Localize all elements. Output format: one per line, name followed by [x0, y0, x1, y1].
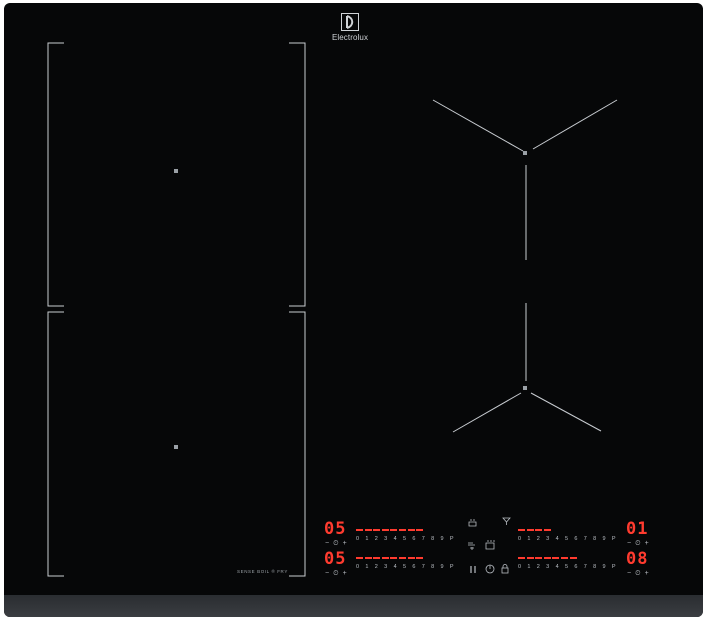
power-level-4[interactable]: 4 — [394, 536, 403, 542]
rear-right-zone-mark-right — [532, 99, 618, 150]
power-level-8[interactable]: 8 — [431, 536, 440, 542]
front-right-power-scale: 0123456789P — [518, 564, 621, 570]
power-level-7[interactable]: 7 — [422, 536, 431, 542]
power-level-4[interactable]: 4 — [394, 564, 403, 570]
power-level-0[interactable]: 0 — [356, 564, 365, 570]
flex-zone-upper-right-bracket — [289, 42, 306, 307]
rear-left-timer-controls: − ⏲ + — [325, 540, 351, 547]
zone-dot — [174, 445, 178, 449]
rear-right-power-display: 01 — [626, 519, 649, 539]
power-level-3[interactable]: 3 — [384, 564, 393, 570]
front-right-power-display: 08 — [626, 549, 649, 569]
power-level-P[interactable]: P — [450, 536, 459, 542]
front-left-power-slider[interactable] — [356, 557, 425, 559]
rear-left-minus-button[interactable]: − — [325, 540, 329, 547]
rear-right-power-slider[interactable] — [518, 529, 552, 531]
front-right-zone-mark-left — [452, 392, 522, 433]
power-level-5[interactable]: 5 — [403, 564, 412, 570]
power-level-1[interactable]: 1 — [365, 536, 374, 542]
front-right-zone-mark-right — [530, 392, 602, 432]
power-level-4[interactable]: 4 — [556, 536, 565, 542]
power-level-2[interactable]: 2 — [375, 536, 384, 542]
power-icon[interactable] — [485, 564, 495, 574]
front-left-timer-controls: − ⏲ + — [325, 570, 351, 577]
power-level-P[interactable]: P — [450, 564, 459, 570]
flex-zone-upper-left-bracket — [47, 42, 64, 307]
power-level-7[interactable]: 7 — [584, 564, 593, 570]
front-left-timer-icon[interactable]: ⏲ — [333, 570, 338, 577]
rear-right-timer-controls: − ⏲ + — [627, 540, 653, 547]
zone-dot — [523, 151, 527, 155]
power-level-2[interactable]: 2 — [537, 564, 546, 570]
power-level-3[interactable]: 3 — [546, 536, 555, 542]
power-level-1[interactable]: 1 — [527, 564, 536, 570]
flex-zone-lower-right-bracket — [289, 311, 306, 577]
power-level-6[interactable]: 6 — [574, 536, 583, 542]
power-level-3[interactable]: 3 — [546, 564, 555, 570]
power-level-0[interactable]: 0 — [518, 564, 527, 570]
power-level-0[interactable]: 0 — [518, 536, 527, 542]
power-level-8[interactable]: 8 — [593, 564, 602, 570]
power-level-7[interactable]: 7 — [422, 564, 431, 570]
power-level-8[interactable]: 8 — [593, 536, 602, 542]
rear-left-power-display: 05 — [324, 519, 347, 539]
sense-label: SENSE BOIL ® FRY — [237, 569, 288, 574]
power-level-9[interactable]: 9 — [603, 536, 612, 542]
power-level-P[interactable]: P — [612, 536, 621, 542]
power-level-0[interactable]: 0 — [356, 536, 365, 542]
power-level-5[interactable]: 5 — [403, 536, 412, 542]
zone-dot — [174, 169, 178, 173]
boil-pot-icon[interactable] — [484, 539, 496, 550]
power-level-3[interactable]: 3 — [384, 536, 393, 542]
power-level-6[interactable]: 6 — [574, 564, 583, 570]
rear-left-power-slider[interactable] — [356, 529, 425, 531]
power-level-2[interactable]: 2 — [537, 536, 546, 542]
front-right-timer-controls: − ⏲ + — [627, 570, 653, 577]
induction-hob: Electrolux SENSE BOIL ® FRY 05 − ⏲ + 01234… — [4, 3, 703, 617]
front-left-power-display: 05 — [324, 549, 347, 569]
steam-pot-icon[interactable] — [468, 518, 477, 527]
power-level-P[interactable]: P — [612, 564, 621, 570]
power-level-7[interactable]: 7 — [584, 536, 593, 542]
power-level-6[interactable]: 6 — [412, 564, 421, 570]
front-right-plus-button[interactable]: + — [645, 570, 649, 577]
front-left-plus-button[interactable]: + — [343, 570, 347, 577]
rear-right-plus-button[interactable]: + — [645, 540, 649, 547]
power-level-4[interactable]: 4 — [556, 564, 565, 570]
pause-icon[interactable] — [469, 565, 477, 574]
front-right-minus-button[interactable]: − — [627, 570, 631, 577]
flex-zone-lower-left-bracket — [47, 311, 64, 577]
brand-logo: Electrolux — [325, 13, 375, 42]
lock-icon[interactable] — [501, 564, 509, 574]
rear-left-timer-icon[interactable]: ⏲ — [333, 540, 338, 547]
front-right-timer-icon[interactable]: ⏲ — [635, 570, 640, 577]
rear-right-minus-button[interactable]: − — [627, 540, 631, 547]
rear-right-power-scale: 0123456789P — [518, 536, 621, 542]
sense-fry-icon[interactable] — [502, 517, 511, 526]
front-right-power-slider[interactable] — [518, 557, 578, 559]
power-level-2[interactable]: 2 — [375, 564, 384, 570]
electrolux-logo-icon — [341, 13, 359, 31]
front-left-minus-button[interactable]: − — [325, 570, 329, 577]
brand-name: Electrolux — [331, 33, 369, 42]
rear-left-plus-button[interactable]: + — [343, 540, 347, 547]
power-level-9[interactable]: 9 — [441, 536, 450, 542]
power-level-9[interactable]: 9 — [603, 564, 612, 570]
power-level-9[interactable]: 9 — [441, 564, 450, 570]
power-level-6[interactable]: 6 — [412, 536, 421, 542]
zone-dot — [523, 386, 527, 390]
front-left-power-scale: 0123456789P — [356, 564, 459, 570]
power-level-5[interactable]: 5 — [565, 536, 574, 542]
hob-frame-edge — [4, 595, 703, 617]
rear-left-power-scale: 0123456789P — [356, 536, 459, 542]
hob2hood-fan-icon[interactable] — [467, 541, 478, 551]
power-level-8[interactable]: 8 — [431, 564, 440, 570]
power-level-1[interactable]: 1 — [527, 536, 536, 542]
rear-right-timer-icon[interactable]: ⏲ — [635, 540, 640, 547]
zone-markings — [47, 42, 618, 577]
rear-right-zone-mark-left — [432, 99, 524, 152]
power-level-1[interactable]: 1 — [365, 564, 374, 570]
power-level-5[interactable]: 5 — [565, 564, 574, 570]
